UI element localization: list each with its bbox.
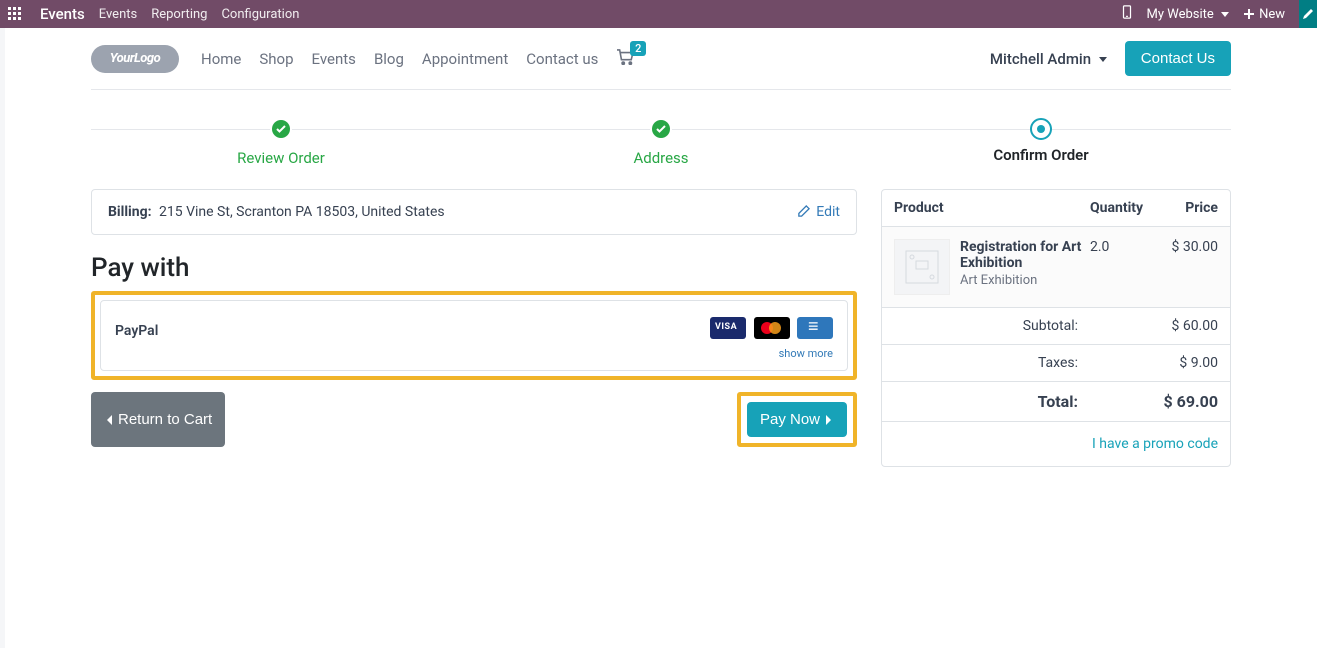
nav-events[interactable]: Events [312,50,356,68]
pay-with-heading: Pay with [91,253,857,283]
pay-now-highlight: Pay Now [737,392,857,447]
order-summary: Product Quantity Price Registration for … [881,189,1231,467]
return-to-cart-button[interactable]: Return to Cart [91,392,225,447]
wizard-step-label: Review Order [91,149,471,167]
wizard-step-address[interactable]: Address [471,118,851,167]
sysmenu-reporting[interactable]: Reporting [151,7,207,22]
line-item-qty: 2.0 [1090,239,1162,295]
nav-appointment[interactable]: Appointment [422,50,508,68]
nav-contact[interactable]: Contact us [526,50,598,68]
payment-option-paypal[interactable]: PayPal show more [100,300,848,371]
taxes-value: $ 9.00 [1138,355,1218,371]
nav-shop[interactable]: Shop [259,50,293,68]
cart-count-badge: 2 [630,41,646,56]
website-switcher-label: My Website [1147,7,1214,22]
show-more-link[interactable]: show more [706,347,833,360]
wizard-step-review[interactable]: Review Order [91,118,471,167]
nav-blog[interactable]: Blog [374,50,404,68]
nav-home[interactable]: Home [201,50,241,68]
contact-us-button[interactable]: Contact Us [1125,41,1231,76]
summary-hdr-price: Price [1162,200,1218,216]
apps-icon[interactable] [8,7,22,21]
line-item-subtitle: Art Exhibition [960,273,1090,288]
billing-label: Billing: [108,204,152,220]
sysmenu-configuration[interactable]: Configuration [221,7,299,22]
app-brand[interactable]: Events [40,5,85,23]
subtotal-value: $ 60.00 [1138,318,1218,334]
wizard-step-confirm[interactable]: Confirm Order [851,118,1231,164]
edit-mode-toggle[interactable] [1299,0,1317,28]
user-menu-label: Mitchell Admin [990,50,1091,68]
new-button[interactable]: New [1243,7,1285,22]
chevron-left-icon [104,414,114,426]
pay-now-button[interactable]: Pay Now [747,402,847,437]
check-circle-icon [650,118,672,140]
visa-icon [710,317,746,339]
line-item-title: Registration for Art Exhibition [960,239,1090,271]
taxes-label: Taxes: [894,355,1138,371]
billing-card: Billing: 215 Vine St, Scranton PA 18503,… [91,189,857,235]
pencil-icon [797,205,810,218]
total-value: $ 69.00 [1138,392,1218,411]
summary-line-item: Registration for Art Exhibition Art Exhi… [882,227,1230,308]
payment-option-name: PayPal [115,323,158,339]
caret-down-icon [1099,57,1107,62]
payment-option-highlight: PayPal show more [91,291,857,380]
mobile-preview-icon[interactable] [1121,5,1133,23]
checkout-wizard: Review Order Address Confirm Order [91,118,1231,167]
wizard-step-label: Address [471,149,851,167]
system-menubar: Events Events Reporting Configuration My… [0,0,1317,28]
promo-code-link[interactable]: I have a promo code [1092,436,1218,452]
return-to-cart-label: Return to Cart [118,411,212,428]
active-step-icon [1030,118,1052,140]
new-button-label: New [1259,7,1285,22]
edit-billing-link[interactable]: Edit [797,204,840,220]
pay-now-label: Pay Now [760,411,820,428]
site-logo[interactable]: YourLogo [91,45,179,73]
subtotal-label: Subtotal: [894,318,1138,334]
chevron-right-icon [824,414,834,426]
sysmenu-events[interactable]: Events [99,7,137,22]
amex-icon [797,317,833,339]
caret-down-icon [1221,12,1229,17]
site-logo-text: YourLogo [110,51,160,66]
summary-hdr-product: Product [894,200,1090,216]
total-label: Total: [894,392,1138,411]
mastercard-icon [754,317,790,339]
wizard-step-label: Confirm Order [851,146,1231,164]
billing-address: 215 Vine St, Scranton PA 18503, United S… [159,204,445,220]
site-nav: Home Shop Events Blog Appointment Contac… [201,50,598,68]
product-thumbnail [894,239,950,295]
cart-button[interactable]: 2 [616,49,634,69]
summary-hdr-quantity: Quantity [1090,200,1162,216]
user-menu[interactable]: Mitchell Admin [990,50,1107,68]
website-switcher[interactable]: My Website [1147,7,1230,22]
line-item-price: $ 30.00 [1162,239,1218,295]
edit-billing-label: Edit [816,204,840,220]
check-circle-icon [270,118,292,140]
site-header: YourLogo Home Shop Events Blog Appointme… [91,28,1231,90]
